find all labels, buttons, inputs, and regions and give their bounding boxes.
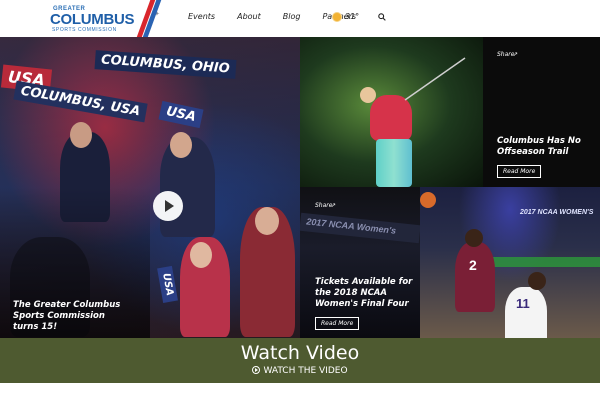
logo-main-text: COLUMBUS bbox=[50, 11, 135, 28]
home-jersey-number: 2 bbox=[469, 257, 477, 273]
tile-golf-image[interactable] bbox=[300, 37, 483, 187]
golfer-pants bbox=[376, 139, 412, 187]
site-logo[interactable]: GREATER COLUMBUS SPORTS COMMISSION ✦ bbox=[50, 6, 160, 33]
away-jersey-number: 11 bbox=[516, 296, 530, 311]
watch-video-title: Watch Video bbox=[240, 342, 360, 364]
share-arrow-icon: ↗ bbox=[331, 202, 337, 209]
header-stripes bbox=[135, 0, 165, 37]
arena-ribbon bbox=[480, 257, 600, 267]
nav-item-blog[interactable]: Blog bbox=[283, 12, 301, 21]
watch-video-link-label: WATCH THE VIDEO bbox=[263, 366, 348, 376]
golf-share-link[interactable]: Share bbox=[497, 51, 514, 58]
arena-banner: 2017 NCAA Women's bbox=[300, 212, 420, 244]
fan-figure bbox=[170, 132, 192, 158]
watch-video-bar: Watch Video WATCH THE VIDEO bbox=[0, 338, 600, 383]
player-home bbox=[455, 242, 495, 312]
share-arrow-icon: ↗ bbox=[513, 51, 519, 58]
tickets-share-link[interactable]: Share bbox=[315, 202, 332, 209]
fan-banner: COLUMBUS, OHIO bbox=[94, 50, 237, 79]
nav-item-events[interactable]: Events bbox=[188, 12, 215, 21]
tickets-read-more-button[interactable]: Read More bbox=[315, 317, 360, 330]
search-icon[interactable] bbox=[378, 13, 386, 21]
tickets-caption[interactable]: Tickets Available for the 2018 NCAA Wome… bbox=[315, 277, 415, 310]
site-header: GREATER COLUMBUS SPORTS COMMISSION ✦ Eve… bbox=[0, 0, 600, 37]
weather-temp: 31° bbox=[345, 12, 360, 21]
golf-caption[interactable]: Columbus Has No Offseason Trail bbox=[497, 136, 587, 158]
fan-banner: USA bbox=[158, 100, 204, 129]
arena-banner: 2017 NCAA WOMEN'S bbox=[520, 209, 594, 216]
tile-basketball[interactable]: 2017 NCAA WOMEN'S 2 11 bbox=[420, 187, 600, 338]
sun-icon bbox=[333, 12, 341, 21]
watch-video-link[interactable]: WATCH THE VIDEO bbox=[0, 366, 600, 376]
fan-banner: USA bbox=[157, 265, 178, 304]
weather-widget: 31° bbox=[333, 12, 359, 21]
logo-sub-text: SPORTS COMMISSION bbox=[52, 27, 117, 33]
fan-figure bbox=[190, 242, 212, 268]
tile-golf-text[interactable]: Share ↗ Columbus Has No Offseason Trail … bbox=[483, 37, 600, 187]
play-video-button[interactable] bbox=[153, 191, 183, 221]
fan-figure bbox=[70, 122, 92, 148]
tile-tickets[interactable]: 2017 NCAA Women's Share ↗ Tickets Availa… bbox=[300, 187, 420, 338]
golfer-head bbox=[360, 87, 376, 103]
player-away-head bbox=[528, 272, 546, 290]
nav-item-about[interactable]: About bbox=[237, 12, 261, 21]
fans-caption[interactable]: The Greater Columbus Sports Commission t… bbox=[13, 300, 123, 333]
golf-read-more-button[interactable]: Read More bbox=[497, 165, 542, 178]
golf-club bbox=[404, 57, 466, 101]
player-away bbox=[505, 287, 547, 338]
player-home-head bbox=[465, 229, 483, 247]
basketball bbox=[420, 192, 436, 208]
fan-figure bbox=[255, 207, 279, 235]
play-circle-icon bbox=[252, 366, 261, 374]
fan-banner: COLUMBUS, USA bbox=[13, 80, 148, 123]
tile-fans[interactable]: USA COLUMBUS, USA COLUMBUS, OHIO USA USA… bbox=[0, 37, 300, 338]
